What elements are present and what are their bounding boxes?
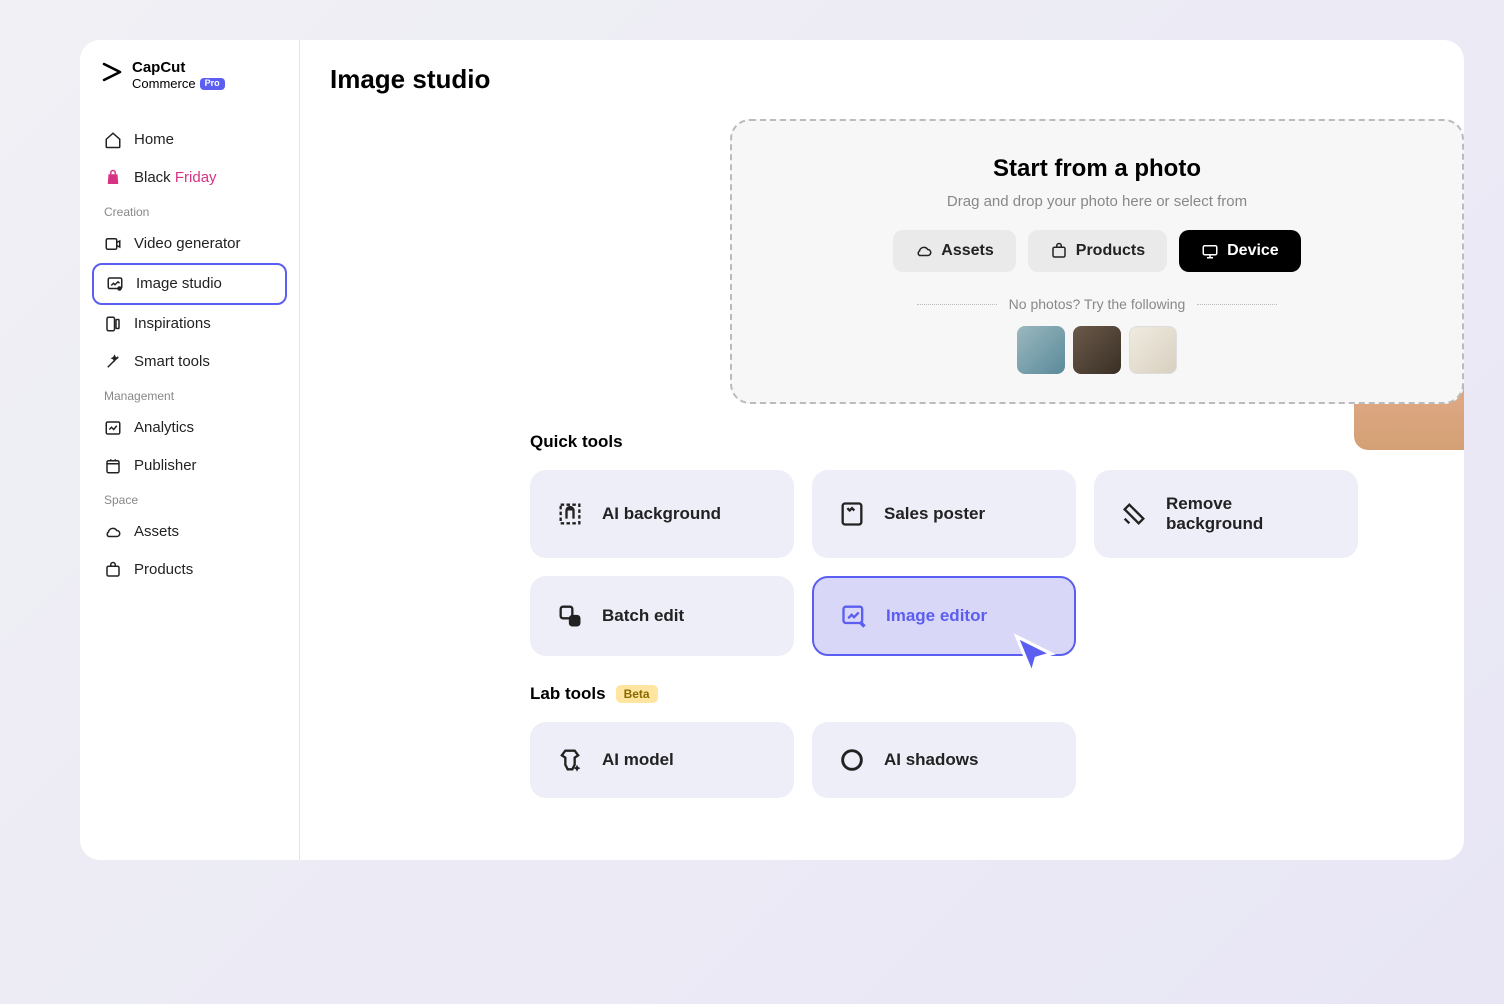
section-label-management: Management	[92, 381, 287, 409]
inspirations-icon	[104, 315, 122, 333]
section-label-space: Space	[92, 485, 287, 513]
device-icon	[1201, 242, 1219, 260]
page-title: Image studio	[330, 64, 1464, 95]
pro-badge: Pro	[200, 78, 225, 90]
section-label-creation: Creation	[92, 197, 287, 225]
main-content: Image studio Start from a photo Drag and…	[300, 40, 1464, 860]
tool-ai-shadows[interactable]: AI shadows	[812, 722, 1076, 798]
sample-photo-1[interactable]	[1017, 326, 1065, 374]
lab-tools-heading: Lab tools	[530, 684, 606, 704]
sidebar-item-analytics[interactable]: Analytics	[92, 409, 287, 447]
sidebar-item-products[interactable]: Products	[92, 551, 287, 589]
tool-sales-poster[interactable]: Sales poster	[812, 470, 1076, 558]
ai-background-icon	[556, 500, 584, 528]
assets-button[interactable]: Assets	[893, 230, 1015, 272]
sidebar-item-label: Inspirations	[134, 315, 211, 332]
sidebar-item-inspirations[interactable]: Inspirations	[92, 305, 287, 343]
sidebar-item-label: Publisher	[134, 457, 197, 474]
dropzone-subtitle: Drag and drop your photo here or select …	[772, 193, 1422, 210]
sidebar-item-publisher[interactable]: Publisher	[92, 447, 287, 485]
photo-dropzone[interactable]: Start from a photo Drag and drop your ph…	[730, 119, 1464, 404]
sidebar-item-label: Assets	[134, 523, 179, 540]
device-button[interactable]: Device	[1179, 230, 1301, 272]
sidebar-item-smart-tools[interactable]: Smart tools	[92, 343, 287, 381]
tool-batch-edit[interactable]: Batch edit	[530, 576, 794, 656]
products-icon	[104, 561, 122, 579]
sales-poster-icon	[838, 500, 866, 528]
tool-ai-background[interactable]: AI background	[530, 470, 794, 558]
tool-ai-model[interactable]: AI model	[530, 722, 794, 798]
analytics-icon	[104, 419, 122, 437]
quick-tools-heading: Quick tools	[530, 432, 623, 452]
sidebar-item-image-studio[interactable]: Image studio	[92, 263, 287, 305]
beta-badge: Beta	[616, 685, 658, 703]
image-editor-icon	[840, 602, 868, 630]
products-icon	[1050, 242, 1068, 260]
sidebar-item-black-friday[interactable]: Black Friday	[92, 159, 287, 197]
sample-photo-2[interactable]	[1073, 326, 1121, 374]
ai-shadows-icon	[838, 746, 866, 774]
sample-photos	[772, 326, 1422, 374]
publisher-icon	[104, 457, 122, 475]
sidebar-item-label: Products	[134, 561, 193, 578]
home-icon	[104, 131, 122, 149]
sidebar-item-label: Image studio	[136, 275, 222, 292]
video-gen-icon	[104, 235, 122, 253]
remove-background-icon	[1120, 500, 1148, 528]
logo-icon	[100, 60, 124, 84]
sidebar-item-assets[interactable]: Assets	[92, 513, 287, 551]
sidebar-item-label: Black Friday	[134, 169, 217, 186]
logo: CapCut Commerce Pro	[92, 60, 287, 91]
sidebar-item-label: Video generator	[134, 235, 240, 252]
try-following-label: No photos? Try the following	[772, 296, 1422, 312]
ai-model-icon	[556, 746, 584, 774]
lab-tools-grid: AI model AI shadows	[530, 722, 1464, 798]
dropzone-title: Start from a photo	[772, 155, 1422, 183]
sample-photo-3[interactable]	[1129, 326, 1177, 374]
quick-tools-grid: AI background Sales poster Remove backgr…	[530, 470, 1464, 656]
logo-title: CapCut	[132, 60, 225, 77]
sidebar-item-label: Analytics	[134, 419, 194, 436]
tool-image-editor[interactable]: Image editor	[812, 576, 1076, 656]
sidebar-item-home[interactable]: Home	[92, 121, 287, 159]
cloud-icon	[915, 242, 933, 260]
batch-edit-icon	[556, 602, 584, 630]
products-button[interactable]: Products	[1028, 230, 1167, 272]
smart-tools-icon	[104, 353, 122, 371]
sidebar: CapCut Commerce Pro Home Black Friday Cr…	[80, 40, 300, 860]
sidebar-item-label: Home	[134, 131, 174, 148]
sidebar-item-label: Smart tools	[134, 353, 210, 370]
cloud-icon	[104, 523, 122, 541]
app-window: CapCut Commerce Pro Home Black Friday Cr…	[80, 40, 1464, 860]
logo-subtitle: Commerce	[132, 77, 196, 91]
bag-icon	[104, 169, 122, 187]
cursor-icon	[1008, 630, 1060, 682]
sidebar-item-video-generator[interactable]: Video generator	[92, 225, 287, 263]
image-studio-icon	[106, 275, 124, 293]
tool-remove-background[interactable]: Remove background	[1094, 470, 1358, 558]
